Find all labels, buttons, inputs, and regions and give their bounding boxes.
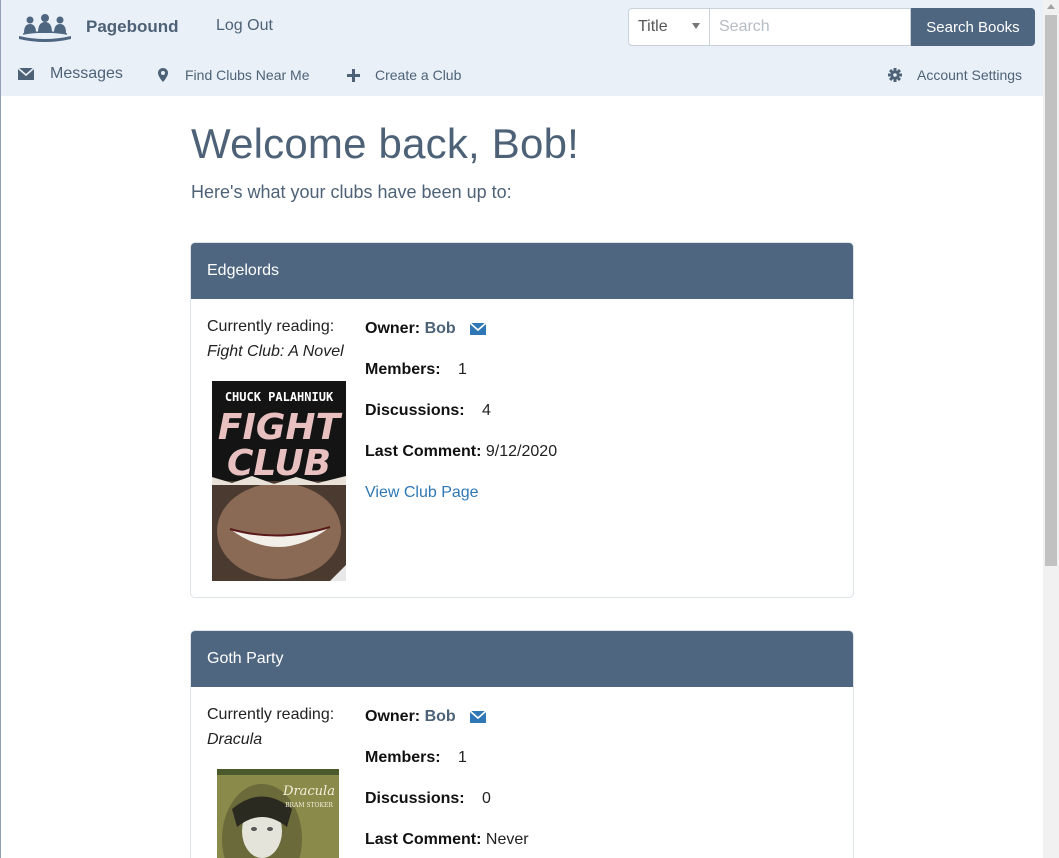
- discussions-label: Discussions:: [365, 790, 465, 807]
- find-clubs-link[interactable]: Find Clubs Near Me: [158, 67, 310, 83]
- browser-viewport: Pagebound Log Out Title Search Books Mes…: [0, 0, 1043, 858]
- book-title: Dracula: [207, 731, 263, 748]
- discussions-row: Discussions: 0: [365, 790, 491, 808]
- last-comment-row: Last Comment: Never: [365, 831, 529, 849]
- message-owner-envelope-icon[interactable]: [470, 323, 487, 335]
- page-title: Welcome back, Bob!: [191, 120, 579, 167]
- search-bar: Title Search Books: [628, 8, 1035, 46]
- owner-link[interactable]: Bob: [425, 708, 456, 725]
- discussions-row: Discussions: 4: [365, 402, 491, 420]
- gear-icon: [888, 68, 902, 82]
- messages-label: Messages: [50, 65, 123, 82]
- owner-label: Owner:: [365, 708, 421, 725]
- find-clubs-label: Find Clubs Near Me: [185, 67, 310, 83]
- vertical-scrollbar[interactable]: [1043, 0, 1059, 858]
- last-comment-value: 9/12/2020: [485, 443, 558, 460]
- last-comment-row: Last Comment: 9/12/2020: [365, 443, 557, 461]
- members-label: Members:: [365, 749, 441, 766]
- cover-author-text: BRAM STOKER: [285, 802, 333, 809]
- owner-link[interactable]: Bob: [425, 320, 456, 337]
- caret-down-icon: [692, 23, 700, 29]
- create-club-label: Create a Club: [375, 67, 462, 83]
- envelope-icon: [18, 68, 34, 80]
- book-cover-image[interactable]: CHUCK PALAHNIUK FIGHT CLUB: [212, 381, 346, 581]
- members-count: 1: [458, 749, 467, 766]
- owner-row: Owner: Bob: [365, 708, 487, 726]
- search-input[interactable]: [710, 8, 911, 46]
- book-cover-image[interactable]: Dracula BRAM STOKER: [217, 769, 339, 858]
- view-club-page-link[interactable]: View Club Page: [365, 484, 479, 502]
- brand[interactable]: Pagebound: [17, 12, 179, 42]
- account-settings-label: Account Settings: [917, 67, 1023, 83]
- page-subtitle: Here's what your clubs have been up to:: [191, 182, 512, 202]
- search-field-select[interactable]: Title: [628, 8, 710, 46]
- members-label: Members:: [365, 361, 441, 378]
- search-field-selected: Title: [638, 18, 668, 35]
- book-title: Fight Club: A Novel: [207, 343, 344, 360]
- last-comment-value: Never: [485, 831, 529, 848]
- currently-reading-label: Currently reading:: [207, 318, 335, 335]
- currently-reading-label: Currently reading:: [207, 706, 335, 723]
- messages-link[interactable]: Messages: [18, 65, 123, 83]
- last-comment-label: Last Comment:: [365, 831, 482, 848]
- members-row: Members: 1: [365, 749, 467, 767]
- club-card-header[interactable]: Edgelords: [191, 243, 853, 299]
- search-books-button[interactable]: Search Books: [911, 8, 1035, 46]
- top-navbar: Pagebound Log Out Title Search Books Mes…: [1, 0, 1043, 96]
- logout-link[interactable]: Log Out: [216, 17, 273, 35]
- discussions-count: 0: [482, 790, 491, 807]
- owner-label: Owner:: [365, 320, 421, 337]
- cover-title-line-1: FIGHT: [218, 407, 343, 448]
- message-owner-envelope-icon[interactable]: [470, 711, 487, 723]
- account-settings-link[interactable]: Account Settings: [888, 67, 1022, 83]
- scroll-up-arrow-icon[interactable]: [1047, 4, 1055, 9]
- plus-icon: [347, 68, 360, 82]
- discussions-label: Discussions:: [365, 402, 465, 419]
- discussions-count: 4: [482, 402, 491, 419]
- book-club-logo-icon: [19, 14, 71, 42]
- scrollbar-thumb[interactable]: [1045, 15, 1057, 566]
- club-card: Goth Party Currently reading: Dracula Dr…: [190, 630, 854, 858]
- members-count: 1: [458, 361, 467, 378]
- cover-author-text: CHUCK PALAHNIUK: [225, 390, 334, 404]
- members-row: Members: 1: [365, 361, 467, 379]
- map-marker-icon: [158, 68, 168, 82]
- club-card: Edgelords Currently reading: Fight Club:…: [190, 242, 854, 598]
- club-card-header[interactable]: Goth Party: [191, 631, 853, 687]
- last-comment-label: Last Comment:: [365, 443, 482, 460]
- cover-title-line-2: CLUB: [227, 443, 331, 484]
- create-club-link[interactable]: Create a Club: [347, 67, 461, 83]
- owner-row: Owner: Bob: [365, 320, 487, 338]
- brand-name: Pagebound: [86, 17, 179, 36]
- cover-title-text: Dracula: [282, 784, 335, 799]
- main-content: Welcome back, Bob! Here's what your club…: [191, 96, 854, 203]
